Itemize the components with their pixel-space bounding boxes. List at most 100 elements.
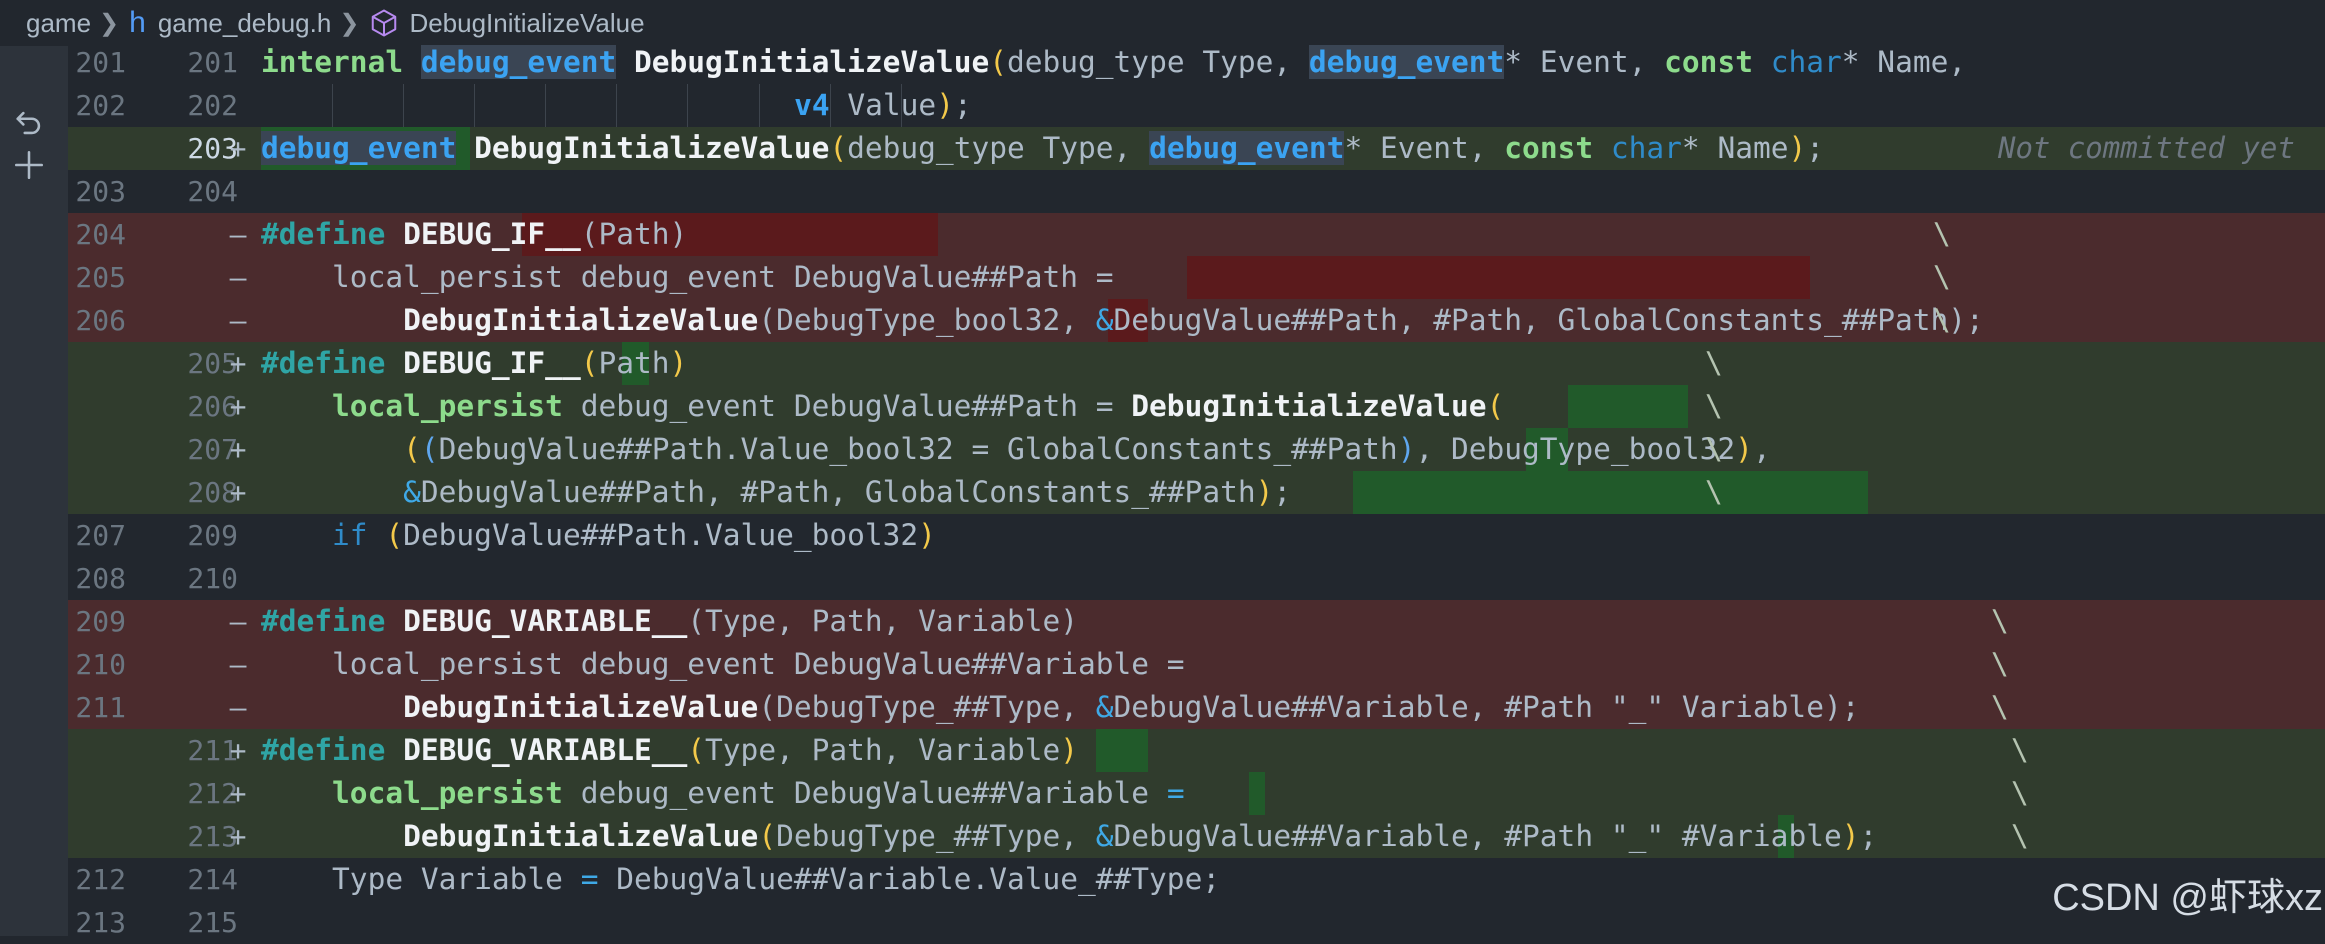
removed-chars-highlight [1187,256,1810,299]
code-text: v4 Value); [794,88,972,122]
symbol-method-icon [372,9,397,37]
added-marker-icon: + [229,734,247,767]
diff-line[interactable]: 202 202 v4 Value); [68,84,2325,127]
breadcrumb: game ❯ h game_debug.h ❯ DebugInitializeV… [0,0,2325,46]
diff-line-added[interactable]: 207 + ((DebugValue##Path.Value_bool32 = G… [68,428,2325,471]
old-line-number: 208 [75,562,126,595]
old-line-number [68,385,126,428]
code-text: local_persist debug_event DebugValue##Pa… [332,389,1505,423]
code-text: #define DEBUG_VARIABLE__(Type, Path, Var… [261,604,1078,638]
removed-marker-icon: — [229,218,247,251]
diff-line[interactable]: 207 209 if (DebugValue##Path.Value_bool32… [68,514,2325,557]
old-line-number: 201 [75,46,126,79]
new-line-number: 207 [187,433,238,466]
old-line-number: 202 [75,89,126,122]
diff-line[interactable]: 208 210 [68,557,2325,600]
indent-guide [545,84,547,127]
line-continuation: \ [1705,475,1723,509]
line-continuation: \ [2011,819,2029,853]
old-line-number: 204 [75,218,126,251]
old-line-number: 205 [75,261,126,294]
diff-line-added[interactable]: 206 + local_persist debug_event DebugValu… [68,385,2325,428]
header-file-icon: h [129,6,146,39]
code-text: #define DEBUG_IF__(Path) [261,346,688,380]
diff-line[interactable]: 201 201 internal debug_event DebugInitiali… [68,41,2325,84]
diff-marker [224,858,252,901]
diff-line-added[interactable]: 212 + local_persist debug_event DebugValu… [68,772,2325,815]
code-text: DebugInitializeValue(DebugType_bool32, &… [403,303,1984,337]
diff-line-removed[interactable]: 205 — local_persist debug_event DebugValu… [68,256,2325,299]
added-chars-highlight [1353,471,1868,514]
old-line-number [68,772,126,815]
diff-marker [224,514,252,557]
diff-line-removed[interactable]: 206 — DebugInitializeValue(DebugType_bool… [68,299,2325,342]
added-marker-icon: + [229,390,247,423]
diff-line-removed[interactable]: 204 — #define DEBUG_IF__(Path) \ [68,213,2325,256]
code-text: Type Variable = DebugValue##Variable.Val… [261,862,1221,896]
diff-line[interactable]: 213 215 [68,901,2325,944]
stage-icon[interactable] [12,148,46,182]
new-line-number [132,686,238,729]
old-line-number [68,127,126,170]
added-marker-icon: + [229,476,247,509]
new-line-number: 209 [187,519,238,552]
new-line-number: 203 [187,132,238,165]
code-text: local_persist debug_event DebugValue##Va… [261,647,1203,681]
indent-guide [687,84,689,127]
diff-marker [224,170,252,213]
old-line-number [68,342,126,385]
code-text: if (DebugValue##Path.Value_bool32) [332,518,936,552]
diff-line[interactable]: 212 214 Type Variable = DebugValue##Varia… [68,858,2325,901]
chevron-right-icon: ❯ [99,9,120,37]
old-line-number: 209 [75,605,126,638]
new-line-number [132,213,238,256]
code-text: #define DEBUG_IF__(Path) [261,217,688,251]
watermark: CSDN @虾球xz [2052,877,2323,919]
line-continuation: \ [1705,432,1723,466]
indent-guide [616,84,618,127]
breadcrumb-file[interactable]: game_debug.h [158,8,331,39]
new-line-number: 213 [187,820,238,853]
blame-annotation: Not committed yet [1998,131,2295,165]
diff-editor[interactable]: 201 201 internal debug_event DebugInitiali… [68,45,2325,939]
diff-line-added[interactable]: 208 + &DebugValue##Path, #Path, GlobalCon… [68,471,2325,514]
old-line-number: 213 [75,906,126,939]
diff-line-added[interactable]: 213 + DebugInitializeValue(DebugType_##Ty… [68,815,2325,858]
added-chars-highlight [1568,385,1688,428]
old-line-number: 211 [75,691,126,724]
new-line-number: 204 [187,175,238,208]
new-line-number: 202 [187,89,238,122]
diff-line-added[interactable]: 203 + debug_event DebugInitializeValue(deb… [68,127,2325,170]
line-continuation: \ [1991,647,2009,681]
revert-icon[interactable] [12,106,46,140]
indent-guide [403,84,405,127]
diff-line-removed[interactable]: 210 — local_persist debug_event DebugValu… [68,643,2325,686]
added-marker-icon: + [229,433,247,466]
line-continuation: \ [1705,346,1723,380]
old-line-number [68,729,126,772]
new-line-number: 215 [187,906,238,939]
line-continuation: \ [2011,776,2029,810]
diff-marker [224,41,252,84]
diff-action-bar [0,46,68,936]
diff-line-removed[interactable]: 211 — DebugInitializeValue(DebugType_##Ty… [68,686,2325,729]
code-text: local_persist debug_event DebugValue##Va… [332,776,1185,810]
old-line-number: 210 [75,648,126,681]
added-marker-icon: + [229,777,247,810]
diff-line-added[interactable]: 211 + #define DEBUG_VARIABLE__(Type, Path,… [68,729,2325,772]
diff-line-removed[interactable]: 209 — #define DEBUG_VARIABLE__(Type, Path,… [68,600,2325,643]
diff-marker [224,901,252,944]
breadcrumb-folder[interactable]: game [26,8,91,39]
diff-line[interactable]: 203 204 [68,170,2325,213]
old-line-number [68,471,126,514]
diff-line-added[interactable]: 205 + #define DEBUG_IF__(Path) \ [68,342,2325,385]
indent-guide [332,84,334,127]
old-line-number: 207 [75,519,126,552]
line-continuation: \ [1933,303,1951,337]
removed-marker-icon: — [229,304,247,337]
removed-marker-icon: — [229,261,247,294]
old-line-number [68,428,126,471]
code-text: local_persist debug_event DebugValue##Pa… [261,260,1114,294]
breadcrumb-symbol[interactable]: DebugInitializeValue [409,8,644,39]
new-line-number: 208 [187,476,238,509]
